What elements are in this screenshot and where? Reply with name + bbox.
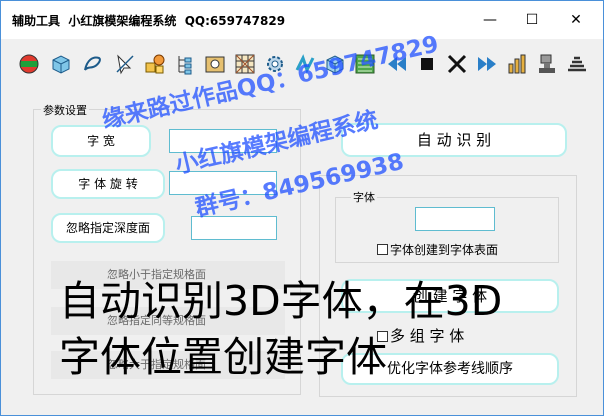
char-rotate-button[interactable]: 字 体 旋 转 xyxy=(51,169,165,199)
tree-icon[interactable] xyxy=(173,52,197,76)
caption-line2: 字体位置创建字体 xyxy=(59,333,387,381)
font-group-label: 字体 xyxy=(351,189,377,205)
chart-icon[interactable] xyxy=(505,52,529,76)
checkbox-box xyxy=(377,244,388,255)
shapes-icon[interactable] xyxy=(143,52,167,76)
multi-font-label: 多 组 字 体 xyxy=(390,327,465,345)
split-icon[interactable] xyxy=(445,52,469,76)
caption-line1: 自动识别3D字体，在3D xyxy=(59,277,503,325)
box-icon[interactable] xyxy=(49,52,73,76)
pointer-icon[interactable] xyxy=(113,52,137,76)
forward-icon[interactable] xyxy=(475,52,499,76)
font-surface-checkbox[interactable]: 字体创建到字体表面 xyxy=(377,241,498,258)
char-width-button[interactable]: 字 宽 xyxy=(51,125,151,157)
font-input[interactable] xyxy=(415,207,495,231)
app-window: 辅助工具 小红旗模架编程系统 QQ:659747829 — ☐ ✕ 参数设置 字… xyxy=(0,0,604,416)
title-bar: 辅助工具 小红旗模架编程系统 QQ:659747829 — ☐ ✕ xyxy=(1,1,603,39)
window-title: 辅助工具 小红旗模架编程系统 QQ:659747829 xyxy=(12,14,286,28)
maximize-button[interactable]: ☐ xyxy=(517,9,547,31)
ball-icon[interactable] xyxy=(17,52,41,76)
font-surface-label: 字体创建到字体表面 xyxy=(390,243,499,257)
params-group-label: 参数设置 xyxy=(41,102,89,118)
ignore-depth-button[interactable]: 忽略指定深度面 xyxy=(51,213,165,243)
close-button[interactable]: ✕ xyxy=(561,9,591,31)
multi-font-checkbox[interactable]: 多 组 字 体 xyxy=(377,325,464,346)
stamp-icon[interactable] xyxy=(535,52,559,76)
minimize-button[interactable]: — xyxy=(475,9,505,31)
stack-icon[interactable] xyxy=(565,52,589,76)
curve-icon[interactable] xyxy=(81,52,105,76)
